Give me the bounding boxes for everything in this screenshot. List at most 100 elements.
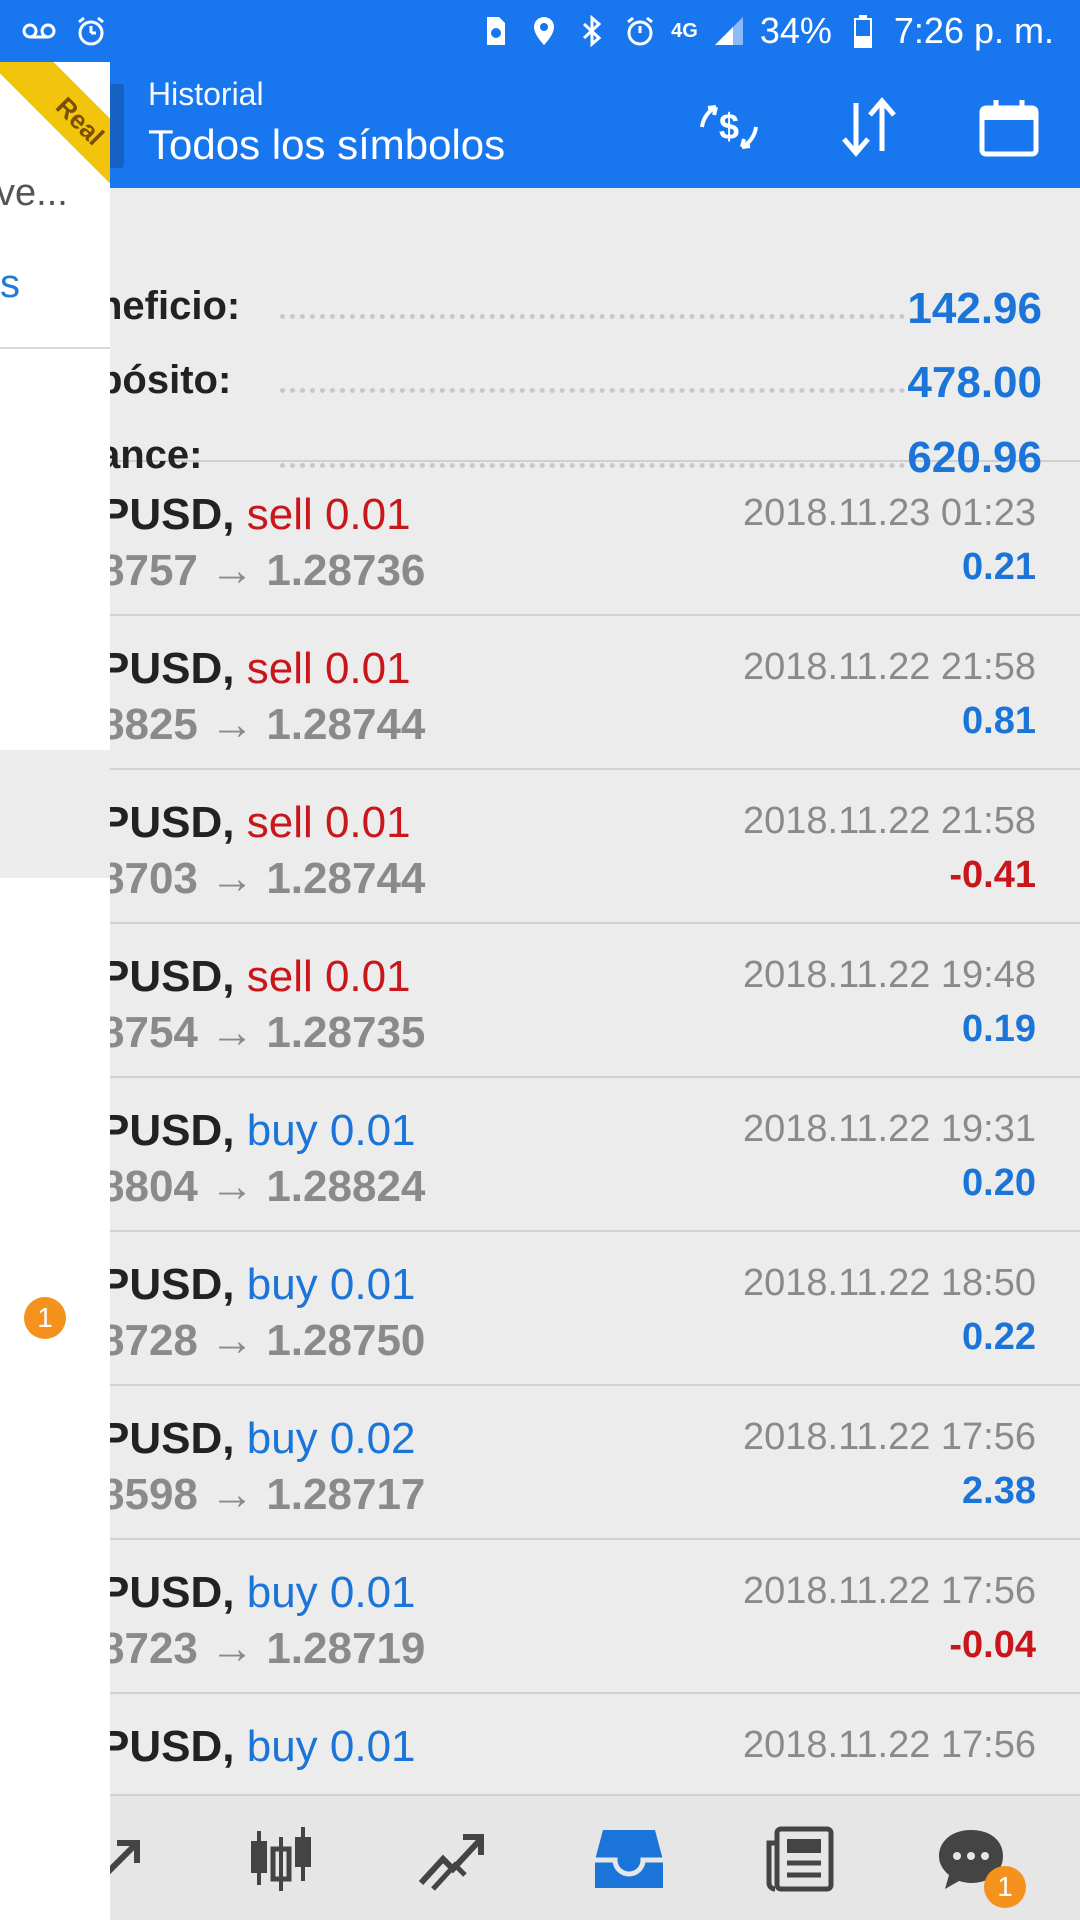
sort-icon[interactable] [834,92,904,162]
deal-profit: -0.41 [949,854,1036,896]
deal-row[interactable]: PUSD, buy 0.02 8598 → 1.28717 2018.11.22… [110,1386,1080,1540]
bottom-navigation: 1 [110,1794,1080,1920]
deal-time: 2018.11.22 19:31 [742,1108,1036,1150]
location-icon [527,14,561,48]
calendar-icon[interactable] [974,92,1044,162]
app-bar: Historial Todos los símbolos $ [110,62,1080,188]
deal-time: 2018.11.22 19:48 [742,954,1036,996]
battery-percent: 34% [759,10,832,51]
deal-time: 2018.11.22 17:56 [742,1570,1036,1612]
deal-prices: 8598 → 1.28717 [110,1470,426,1519]
voicemail-icon [22,14,56,48]
deal-time: 2018.11.23 01:23 [742,492,1036,534]
status-bar: 4G 34% 7:26 p. m. [0,0,1080,62]
deal-symbol: PUSD, [110,644,235,693]
deal-profit: -0.04 [949,1624,1036,1666]
deal-profit: 2.38 [962,1470,1036,1512]
trade-icon[interactable] [410,1818,492,1900]
battery-icon [846,14,880,48]
drawer-accounts-link[interactable]: s [0,262,20,307]
deal-side: buy 0.01 [246,1722,416,1771]
deal-symbol: PUSD, [110,798,235,847]
deal-side: buy 0.02 [246,1414,416,1463]
summary-row-deposit: pósito: 478.00 [110,358,1080,418]
currency-exchange-icon[interactable]: $ [694,92,764,162]
news-icon[interactable] [760,1818,842,1900]
deal-profit: 0.81 [962,700,1036,742]
deal-time: 2018.11.22 21:58 [742,800,1036,842]
drawer-divider [0,347,110,349]
drawer-item-selected[interactable] [0,750,110,878]
deal-symbol-line: PUSD, sell 0.01 [110,644,411,694]
bluetooth-icon [575,14,609,48]
deal-side: sell 0.01 [246,490,411,539]
deal-symbol-line: PUSD, buy 0.01 [110,1106,416,1156]
profit-label: neficio: [110,284,241,328]
alarm-icon [623,14,657,48]
deal-prices: 8703 → 1.28744 [110,854,426,903]
deal-symbol-line: PUSD, sell 0.01 [110,798,411,848]
deal-profit: 0.19 [962,1008,1036,1050]
deal-time: 2018.11.22 21:58 [742,646,1036,688]
deal-symbol: PUSD, [110,1568,235,1617]
signal-icon [712,14,746,48]
network-type: 4G [671,19,698,42]
deal-prices: 8723 → 1.28719 [110,1624,426,1673]
dotted-leader [280,388,905,393]
sim-icon [479,14,513,48]
chat-icon[interactable]: 1 [930,1818,1026,1908]
summary-section: neficio: 142.96 pósito: 478.00 ance: 620… [110,188,1080,482]
deal-profit: 0.22 [962,1316,1036,1358]
deal-symbol: PUSD, [110,490,235,539]
deal-prices: 8825 → 1.28744 [110,700,426,749]
deal-side: buy 0.01 [246,1568,416,1617]
deal-symbol-line: PUSD, buy 0.01 [110,1722,416,1772]
deal-prices: 8728 → 1.28750 [110,1316,426,1365]
deal-symbol: PUSD, [110,1722,235,1771]
deal-symbol-line: PUSD, sell 0.01 [110,952,411,1002]
deposit-label: pósito: [110,358,232,402]
clock: 7:26 p. m. [893,10,1054,51]
deal-row[interactable]: PUSD, buy 0.01 8804 → 1.28824 2018.11.22… [110,1078,1080,1232]
deal-row[interactable]: PUSD, sell 0.01 8754 → 1.28735 2018.11.2… [110,924,1080,1078]
deal-profit: 0.20 [962,1162,1036,1204]
chat-badge: 1 [984,1866,1026,1908]
profit-value: 142.96 [907,284,1042,333]
deal-symbol-line: PUSD, buy 0.01 [110,1260,416,1310]
deal-time: 2018.11.22 17:56 [742,1724,1036,1766]
deal-symbol: PUSD, [110,1260,235,1309]
history-panel: Historial Todos los símbolos $ neficio: … [110,62,1080,1920]
deal-side: sell 0.01 [246,798,411,847]
deal-prices: 8757 → 1.28736 [110,546,426,595]
quotes-icon[interactable] [110,1818,162,1900]
page-subtitle: Historial [148,76,264,112]
deal-side: buy 0.01 [246,1106,416,1155]
deal-profit: 0.21 [962,546,1036,588]
deal-row[interactable]: PUSD, buy 0.01 8723 → 1.28719 2018.11.22… [110,1540,1080,1694]
deal-row[interactable]: PUSD, sell 0.01 8757 → 1.28736 2018.11.2… [110,462,1080,616]
deal-prices: 8804 → 1.28824 [110,1162,426,1211]
deal-prices: 8754 → 1.28735 [110,1008,426,1057]
deal-symbol: PUSD, [110,1414,235,1463]
deal-symbol-line: PUSD, sell 0.01 [110,490,411,540]
deal-side: sell 0.01 [246,952,411,1001]
deal-time: 2018.11.22 17:56 [742,1416,1036,1458]
chart-candles-icon[interactable] [240,1818,322,1900]
deal-symbol: PUSD, [110,952,235,1001]
deal-row[interactable]: PUSD, buy 0.01 8728 → 1.28750 2018.11.22… [110,1232,1080,1386]
history-inbox-icon[interactable] [588,1818,670,1900]
deal-row[interactable]: PUSD, sell 0.01 8703 → 1.28744 2018.11.2… [110,770,1080,924]
deal-row[interactable]: PUSD, sell 0.01 8825 → 1.28744 2018.11.2… [110,616,1080,770]
deal-symbol-line: PUSD, buy 0.02 [110,1414,416,1464]
page-title[interactable]: Todos los símbolos [148,121,505,169]
summary-row-profit: neficio: 142.96 [110,284,1080,344]
drawer-notification-badge: 1 [24,1297,66,1339]
deposit-value: 478.00 [907,358,1042,407]
deal-side: buy 0.01 [246,1260,416,1309]
alarm-icon [74,14,108,48]
navigation-drawer[interactable]: ve... s 1 [0,62,110,1920]
menu-button-edge[interactable] [110,84,124,168]
deal-time: 2018.11.22 18:50 [742,1262,1036,1304]
deal-symbol-line: PUSD, buy 0.01 [110,1568,416,1618]
drawer-account-text: ve... [0,172,68,214]
